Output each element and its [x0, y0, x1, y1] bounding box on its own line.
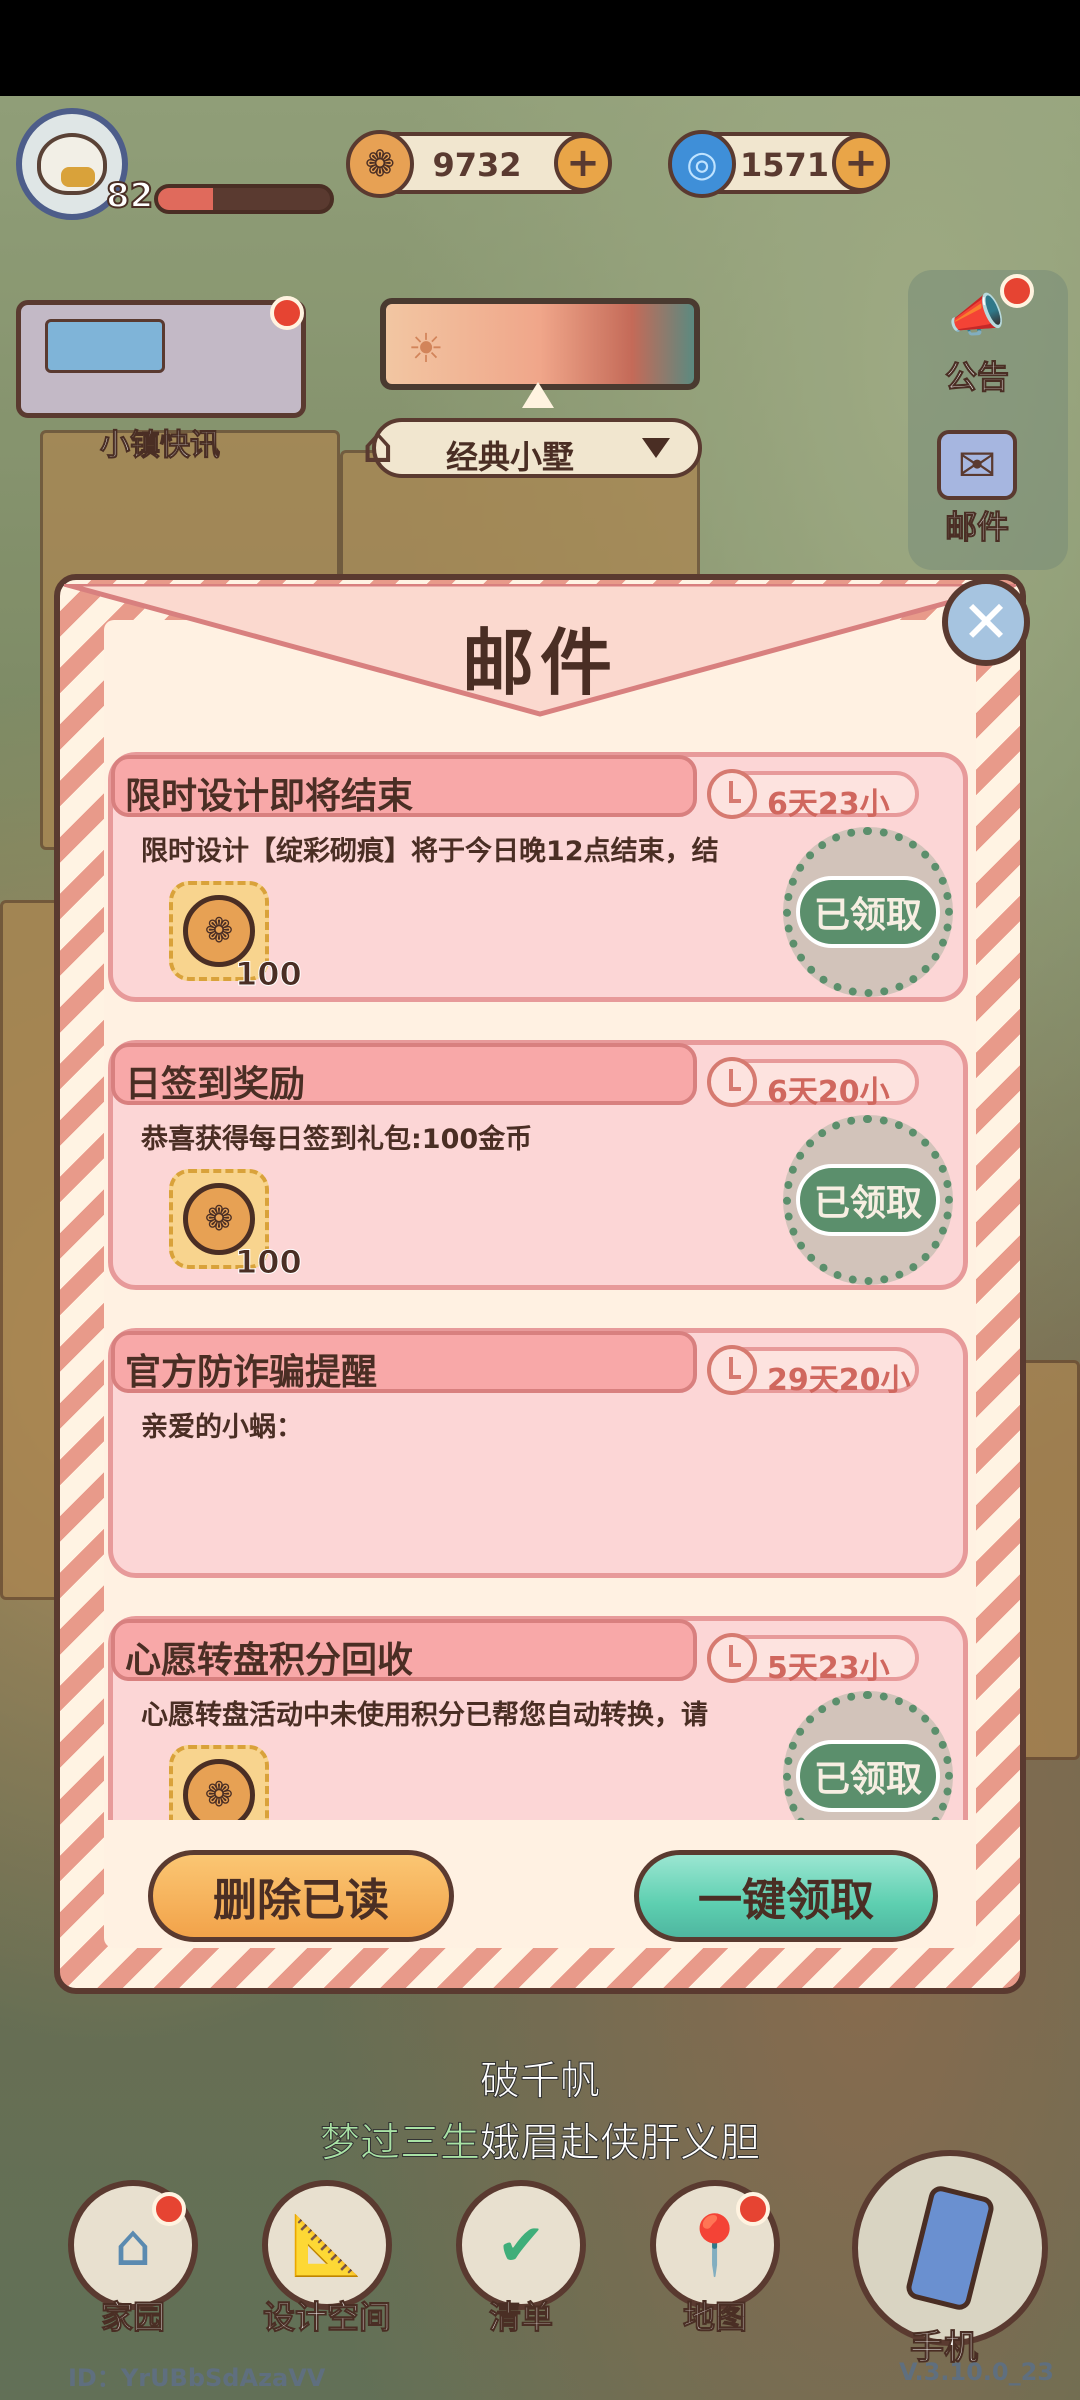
- mail-button[interactable]: ✉ 邮件: [922, 430, 1032, 548]
- gold-coin-icon: ❁: [346, 130, 414, 198]
- nav-checklist[interactable]: ✔ 清单: [446, 2180, 596, 2338]
- swirl-gem-icon: ◎: [668, 130, 736, 198]
- nav-design-space[interactable]: 📐 设计空间: [252, 2180, 402, 2338]
- notification-dot: [1000, 274, 1034, 308]
- subtitle-line-1: 破千帆: [480, 2058, 601, 2105]
- xp-bar: [154, 184, 334, 214]
- phone-button[interactable]: [852, 2150, 1048, 2346]
- expiry-timer: 6天23小: [707, 769, 919, 822]
- gem-counter[interactable]: ◎ 1571 +: [668, 130, 890, 198]
- xp-fill: [158, 188, 214, 210]
- avatar-face: [37, 133, 107, 195]
- mail-item-title: 限时设计即将结束: [125, 776, 414, 817]
- mail-item-title-tab: 限时设计即将结束: [111, 755, 697, 817]
- close-icon: ✕: [961, 588, 1011, 656]
- mail-item-body: 恭喜获得每日签到礼包:100金币: [141, 1124, 533, 1155]
- house-icon: ⌂: [362, 416, 394, 474]
- phone-icon: [903, 2183, 997, 2313]
- expiry-time: 29天20小: [767, 1363, 911, 1398]
- house-selector[interactable]: ⌂ 经典小墅: [362, 416, 702, 478]
- announcement-label: 公告: [944, 358, 1009, 397]
- expiry-timer: 6天20小: [707, 1057, 919, 1110]
- claimed-stamp: 已领取: [783, 827, 953, 997]
- notification-dot: [152, 2192, 186, 2226]
- mail-item-body: 心愿转盘活动中未使用积分已帮您自动转换，请: [141, 1700, 708, 1731]
- subtitle-rest: 娥眉赴侠肝义胆: [480, 2120, 761, 2167]
- reward-item: ❁ 100: [165, 1165, 302, 1282]
- mail-item[interactable]: 官方防诈骗提醒 29天20小 亲爱的小蜗：: [108, 1328, 968, 1578]
- clock-icon: [707, 1633, 757, 1683]
- close-button[interactable]: ✕: [942, 578, 1030, 666]
- mail-list[interactable]: 限时设计即将结束 6天23小 限时设计【绽彩砌痕】将于今日晚12点结束，结 ❁ …: [108, 744, 968, 1820]
- mail-icon: ✉: [937, 430, 1017, 500]
- nav-home[interactable]: ⌂ 家园: [58, 2180, 208, 2338]
- mail-item-title: 日签到奖励: [125, 1064, 306, 1105]
- clock-icon: [707, 769, 757, 819]
- mail-item[interactable]: 心愿转盘积分回收 5天23小 心愿转盘活动中未使用积分已帮您自动转换，请 ❁ 已…: [108, 1616, 968, 1820]
- gem-value: 1571: [740, 146, 830, 184]
- delete-read-button[interactable]: 删除已读: [148, 1850, 454, 1942]
- reward-quantity: 100: [235, 955, 303, 994]
- mail-item-body: 限时设计【绽彩砌痕】将于今日晚12点结束，结: [141, 836, 719, 867]
- claimed-stamp-label: 已领取: [813, 1759, 922, 1800]
- expiry-time: 6天20小: [767, 1075, 890, 1110]
- town-news-label: 小镇快讯: [100, 428, 221, 464]
- expiry-timer: 29天20小: [707, 1345, 919, 1398]
- mail-dialog-title: 邮件: [461, 621, 618, 705]
- sunrise-icon: ☀: [408, 326, 444, 372]
- gold-value: 9732: [432, 146, 522, 184]
- mail-item-title: 官方防诈骗提醒: [125, 1352, 378, 1393]
- notification-dot: [270, 296, 304, 330]
- mail-item-title-tab: 心愿转盘积分回收: [111, 1619, 697, 1681]
- gold-counter[interactable]: ❁ 9732 +: [346, 130, 612, 198]
- mail-item-title: 心愿转盘积分回收: [125, 1640, 414, 1681]
- claimed-stamp-label: 已领取: [813, 1183, 922, 1224]
- add-gem-button[interactable]: +: [832, 134, 890, 192]
- clock-icon: [707, 1345, 757, 1395]
- claim-all-button[interactable]: 一键领取: [634, 1850, 938, 1942]
- mail-item-title-tab: 日签到奖励: [111, 1043, 697, 1105]
- user-id: ID：YrUBbSdAzaVV: [68, 2364, 326, 2392]
- reward-item: ❁ 100: [165, 877, 302, 994]
- claimed-stamp: 已领取: [783, 1115, 953, 1285]
- mail-label: 邮件: [944, 508, 1009, 547]
- expiry-time: 6天23小: [767, 787, 890, 822]
- design-icon: 📐: [262, 2180, 392, 2310]
- town-news-card[interactable]: [16, 300, 306, 418]
- player-level: 82: [105, 175, 154, 217]
- house-name: 经典小墅: [446, 438, 575, 476]
- mail-item[interactable]: 日签到奖励 6天20小 恭喜获得每日签到礼包:100金币 ❁ 100 已领取: [108, 1040, 968, 1290]
- checklist-icon: ✔: [456, 2180, 586, 2310]
- reward-quantity: 100: [235, 1243, 303, 1282]
- nav-home-label: 家园: [100, 2298, 165, 2337]
- claimed-stamp: 已领取: [783, 1691, 953, 1820]
- mail-item-body: 亲爱的小蜗：: [141, 1412, 303, 1443]
- clock-icon: [707, 1057, 757, 1107]
- nav-map-label: 地图: [682, 2298, 747, 2337]
- chevron-down-icon: [642, 438, 670, 458]
- expiry-time: 5天23小: [767, 1651, 890, 1686]
- nav-design-label: 设计空间: [262, 2298, 391, 2337]
- mail-item[interactable]: 限时设计即将结束 6天23小 限时设计【绽彩砌痕】将于今日晚12点结束，结 ❁ …: [108, 752, 968, 1002]
- add-gold-button[interactable]: +: [554, 134, 612, 192]
- expiry-timer: 5天23小: [707, 1633, 919, 1686]
- notification-dot: [736, 2192, 770, 2226]
- claimed-stamp-label: 已领取: [813, 895, 922, 936]
- weather-banner[interactable]: ☀: [380, 298, 700, 390]
- mail-item-title-tab: 官方防诈骗提醒: [111, 1331, 697, 1393]
- subtitle-highlight: 梦过三生: [320, 2120, 481, 2167]
- weather-pointer: [522, 382, 554, 408]
- reward-item: ❁: [165, 1741, 275, 1820]
- nav-checklist-label: 清单: [488, 2298, 553, 2337]
- news-screen-image: [45, 319, 165, 373]
- version-label: V.3.10.0_23: [898, 2358, 1054, 2386]
